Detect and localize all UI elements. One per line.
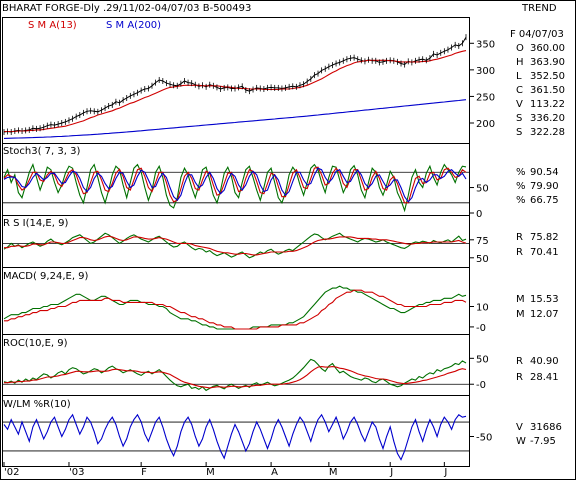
readout-value-macd: 12.07	[530, 309, 559, 320]
x-tick-label: M	[206, 467, 215, 478]
readout-key: O	[516, 43, 524, 54]
readout-value: 322.28	[530, 127, 565, 138]
tick-label-wlm: -50	[476, 433, 492, 444]
readout-value: 113.22	[530, 99, 565, 110]
legend-sma200: S M A(200)	[106, 20, 161, 31]
readout-value-rsi: 70.41	[530, 247, 559, 258]
readout-key-roc: R	[516, 356, 523, 367]
series-line-s-m-a-200-	[3, 99, 467, 139]
x-tick-label: J	[443, 467, 447, 478]
trend-label: TREND	[521, 3, 557, 14]
readout-value-wlm: 31686	[530, 422, 562, 433]
tick-label-roc: -0	[476, 380, 486, 391]
readout-value-macd: 15.53	[530, 294, 559, 305]
readout-value: 336.20	[530, 113, 565, 124]
readout-key: H	[516, 57, 524, 68]
rsi-label: R S I(14,E, 9)	[3, 218, 68, 229]
readout-key: S	[516, 113, 522, 124]
readout-key: S	[516, 127, 522, 138]
x-tick-label: '02	[4, 467, 19, 478]
tick-label-roc: 50	[476, 354, 489, 365]
readout-value-wlm: -7.95	[530, 436, 556, 447]
readout-value: 363.90	[530, 57, 565, 68]
readout-key-macd: M	[516, 309, 525, 320]
readout-value-roc: 28.41	[530, 372, 559, 383]
tick-label-stoch: 0	[476, 209, 482, 220]
tick-label-price: 350	[476, 39, 495, 50]
readout-key-wlm: V	[516, 422, 523, 433]
series-line-stoch-slow	[3, 167, 467, 203]
readout-key-stoch: %	[516, 195, 526, 206]
readout-value: 361.50	[530, 85, 565, 96]
x-axis: '02 '03 F M A M J J	[3, 462, 447, 478]
readout-key-macd: M	[516, 294, 525, 305]
readout-value: 352.50	[530, 71, 565, 82]
roc-label: ROC(10,E, 9)	[3, 338, 68, 349]
wlm-label: W/LM %R(10)	[3, 399, 71, 410]
tick-label-macd: -0	[476, 323, 486, 334]
x-tick-label: F	[141, 467, 147, 478]
readout-key-roc: R	[516, 372, 523, 383]
readout-key: L	[516, 71, 522, 82]
technical-chart: BHARAT FORGE-Dly .29/11/02-04/07/03 B-50…	[0, 0, 576, 480]
readout-key: V	[516, 99, 523, 110]
legend-sma13: S M A(13)	[28, 20, 77, 31]
readout-value: 360.00	[530, 43, 565, 54]
tick-label-price: 200	[476, 119, 495, 130]
readout-value-stoch: 66.75	[530, 195, 559, 206]
series-line-w-lm-r	[3, 413, 467, 461]
tick-label-macd: 10	[476, 303, 489, 314]
macd-label: MACD( 9,24,E, 9)	[3, 271, 89, 282]
x-tick-label: '03	[69, 467, 84, 478]
chart-title: BHARAT FORGE-Dly .29/11/02-04/07/03 B-50…	[2, 3, 251, 14]
readout-date: F 04/07/03	[510, 29, 564, 40]
tick-label-price: 300	[476, 66, 495, 77]
readout-value-rsi: 75.82	[530, 232, 559, 243]
x-tick-label: A	[271, 467, 278, 478]
readout-key-stoch: %	[516, 181, 526, 192]
readout-key-stoch: %	[516, 167, 526, 178]
stoch-label: Stoch3( 7, 3, 3)	[3, 146, 80, 157]
x-tick-label: J	[389, 467, 393, 478]
series-line-macd	[3, 285, 467, 330]
readout-value-stoch: 90.54	[530, 167, 559, 178]
y-axis-ticks: 350 300 250 200 50 0 75 50 10 -0 50 -0 -50	[2, 39, 495, 452]
tick-label-price: 250	[476, 92, 495, 103]
series-line-roc-signal	[4, 366, 467, 389]
readout-key: C	[516, 85, 523, 96]
readout-value-stoch: 79.90	[530, 181, 559, 192]
x-tick-label: M	[329, 467, 338, 478]
tick-label-rsi: 50	[476, 254, 489, 265]
readout-values: O 360.00 H 363.90 L 352.50 C 361.50 V 113.22 S 336.…	[516, 43, 565, 447]
readout-key-rsi: R	[516, 247, 523, 258]
tick-label-stoch: 50	[476, 184, 489, 195]
tick-label-rsi: 75	[476, 236, 489, 247]
readout-key-rsi: R	[516, 232, 523, 243]
readout-value-roc: 40.90	[530, 356, 559, 367]
series-line-close	[3, 36, 467, 133]
readout-key-wlm: W	[516, 436, 526, 447]
